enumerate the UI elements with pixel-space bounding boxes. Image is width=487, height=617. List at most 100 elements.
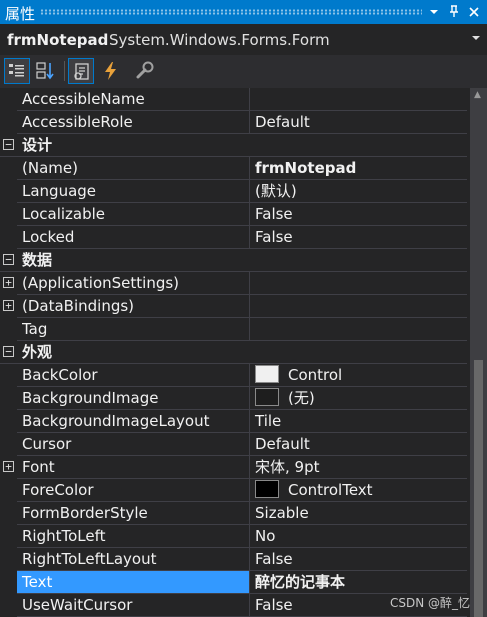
property-row[interactable]: Locked False: [0, 226, 467, 249]
property-name: (DataBindings): [22, 297, 135, 315]
property-value-text: Tile: [255, 412, 282, 430]
property-row[interactable]: AccessibleName: [0, 88, 467, 111]
property-name: FormBorderStyle: [22, 504, 148, 522]
vertical-scrollbar[interactable]: ▲: [470, 88, 487, 617]
property-value[interactable]: Default: [250, 433, 467, 455]
alphabetical-button[interactable]: [33, 58, 59, 84]
property-value-text: (无): [288, 389, 315, 407]
property-row[interactable]: + (ApplicationSettings): [0, 272, 467, 295]
property-name: Cursor: [22, 435, 72, 453]
scroll-up-icon[interactable]: ▲: [474, 90, 481, 100]
property-toolbar: [0, 55, 487, 88]
property-row[interactable]: Language (默认): [0, 180, 467, 203]
collapse-icon[interactable]: −: [3, 254, 14, 265]
category-row[interactable]: − 设计: [0, 134, 467, 157]
dropdown-icon[interactable]: [424, 0, 444, 24]
property-name: BackgroundImageLayout: [22, 412, 210, 430]
property-name: RightToLeftLayout: [22, 550, 157, 568]
property-value[interactable]: False: [250, 226, 467, 248]
category-row[interactable]: − 数据: [0, 249, 467, 272]
window-titlebar[interactable]: 属性: [0, 0, 487, 24]
property-name: RightToLeft: [22, 527, 106, 545]
property-value[interactable]: [250, 272, 467, 294]
collapse-icon[interactable]: −: [3, 346, 14, 357]
property-value-text: ControlText: [288, 481, 373, 499]
property-row[interactable]: Cursor Default: [0, 433, 467, 456]
titlebar-grip[interactable]: [40, 9, 422, 15]
expand-icon[interactable]: +: [3, 277, 14, 288]
properties-icon: [74, 63, 89, 80]
property-value-text: False: [255, 205, 293, 223]
object-selector[interactable]: frmNotepad System.Windows.Forms.Form: [0, 28, 487, 54]
pin-icon[interactable]: [444, 0, 464, 24]
categorized-button[interactable]: [4, 58, 30, 84]
property-row[interactable]: FormBorderStyle Sizable: [0, 502, 467, 525]
property-name: BackgroundImage: [22, 389, 159, 407]
categorized-icon: [9, 64, 24, 77]
chevron-down-icon[interactable]: [471, 32, 481, 45]
property-row[interactable]: + Font 宋体, 9pt: [0, 456, 467, 479]
property-value[interactable]: Sizable: [250, 502, 467, 524]
alphabetical-icon: [36, 62, 54, 80]
property-value[interactable]: [250, 88, 467, 110]
property-grid[interactable]: AccessibleName AccessibleRole Default − 设计 (N…: [0, 88, 467, 617]
property-row[interactable]: Text 醉忆的记事本: [0, 571, 467, 594]
property-value[interactable]: False: [250, 548, 467, 570]
collapse-icon[interactable]: −: [3, 139, 14, 150]
property-value-text: False: [255, 550, 293, 568]
property-value[interactable]: 宋体, 9pt: [250, 456, 467, 478]
property-row[interactable]: Tag: [0, 318, 467, 341]
property-value[interactable]: [250, 318, 467, 340]
category-label: 设计: [22, 136, 53, 154]
property-value-text: frmNotepad: [255, 159, 357, 177]
property-value[interactable]: 醉忆的记事本: [250, 571, 467, 593]
properties-button[interactable]: [68, 58, 94, 84]
property-value[interactable]: False: [250, 203, 467, 225]
property-value[interactable]: Control: [250, 364, 467, 386]
property-value-text: False: [255, 596, 293, 614]
property-row[interactable]: Localizable False: [0, 203, 467, 226]
property-row[interactable]: BackgroundImage (无): [0, 387, 467, 410]
property-value[interactable]: ControlText: [250, 479, 467, 501]
expand-icon[interactable]: +: [3, 461, 14, 472]
events-button[interactable]: [98, 58, 124, 84]
property-value[interactable]: frmNotepad: [250, 157, 467, 179]
lightning-icon: [105, 62, 116, 80]
property-value[interactable]: No: [250, 525, 467, 547]
property-value-text: Control: [288, 366, 343, 384]
property-row[interactable]: RightToLeft No: [0, 525, 467, 548]
property-row[interactable]: ForeColor ControlText: [0, 479, 467, 502]
property-value[interactable]: Default: [250, 111, 467, 133]
property-row[interactable]: AccessibleRole Default: [0, 111, 467, 134]
property-row[interactable]: RightToLeftLayout False: [0, 548, 467, 571]
property-name: Font: [22, 458, 55, 476]
toolbar-separator: [64, 61, 65, 81]
property-name: Text: [17, 571, 249, 593]
property-name: BackColor: [22, 366, 98, 384]
object-name: frmNotepad: [7, 31, 109, 49]
property-value-text: False: [255, 228, 293, 246]
property-value[interactable]: Tile: [250, 410, 467, 432]
property-row[interactable]: BackgroundImageLayout Tile: [0, 410, 467, 433]
scrollbar-thumb[interactable]: [474, 360, 483, 617]
property-value[interactable]: (无): [250, 387, 467, 409]
property-value[interactable]: [250, 295, 467, 317]
property-value-text: 醉忆的记事本: [255, 573, 346, 591]
property-row[interactable]: BackColor Control: [0, 364, 467, 387]
property-value[interactable]: (默认): [250, 180, 467, 202]
category-row[interactable]: − 外观: [0, 341, 467, 364]
property-name: (Name): [22, 159, 78, 177]
property-name: UseWaitCursor: [22, 596, 133, 614]
wrench-icon: [136, 61, 154, 79]
property-name: Locked: [22, 228, 75, 246]
property-name: Tag: [22, 320, 48, 338]
close-icon[interactable]: [464, 0, 484, 24]
property-name: Language: [22, 182, 97, 200]
watermark: CSDN @醉_忆: [390, 596, 471, 610]
expand-icon[interactable]: +: [3, 300, 14, 311]
property-value-text: Sizable: [255, 504, 309, 522]
property-value-text: Default: [255, 435, 310, 453]
property-row[interactable]: (Name) frmNotepad: [0, 157, 467, 180]
property-row[interactable]: + (DataBindings): [0, 295, 467, 318]
property-pages-button[interactable]: [132, 58, 158, 84]
